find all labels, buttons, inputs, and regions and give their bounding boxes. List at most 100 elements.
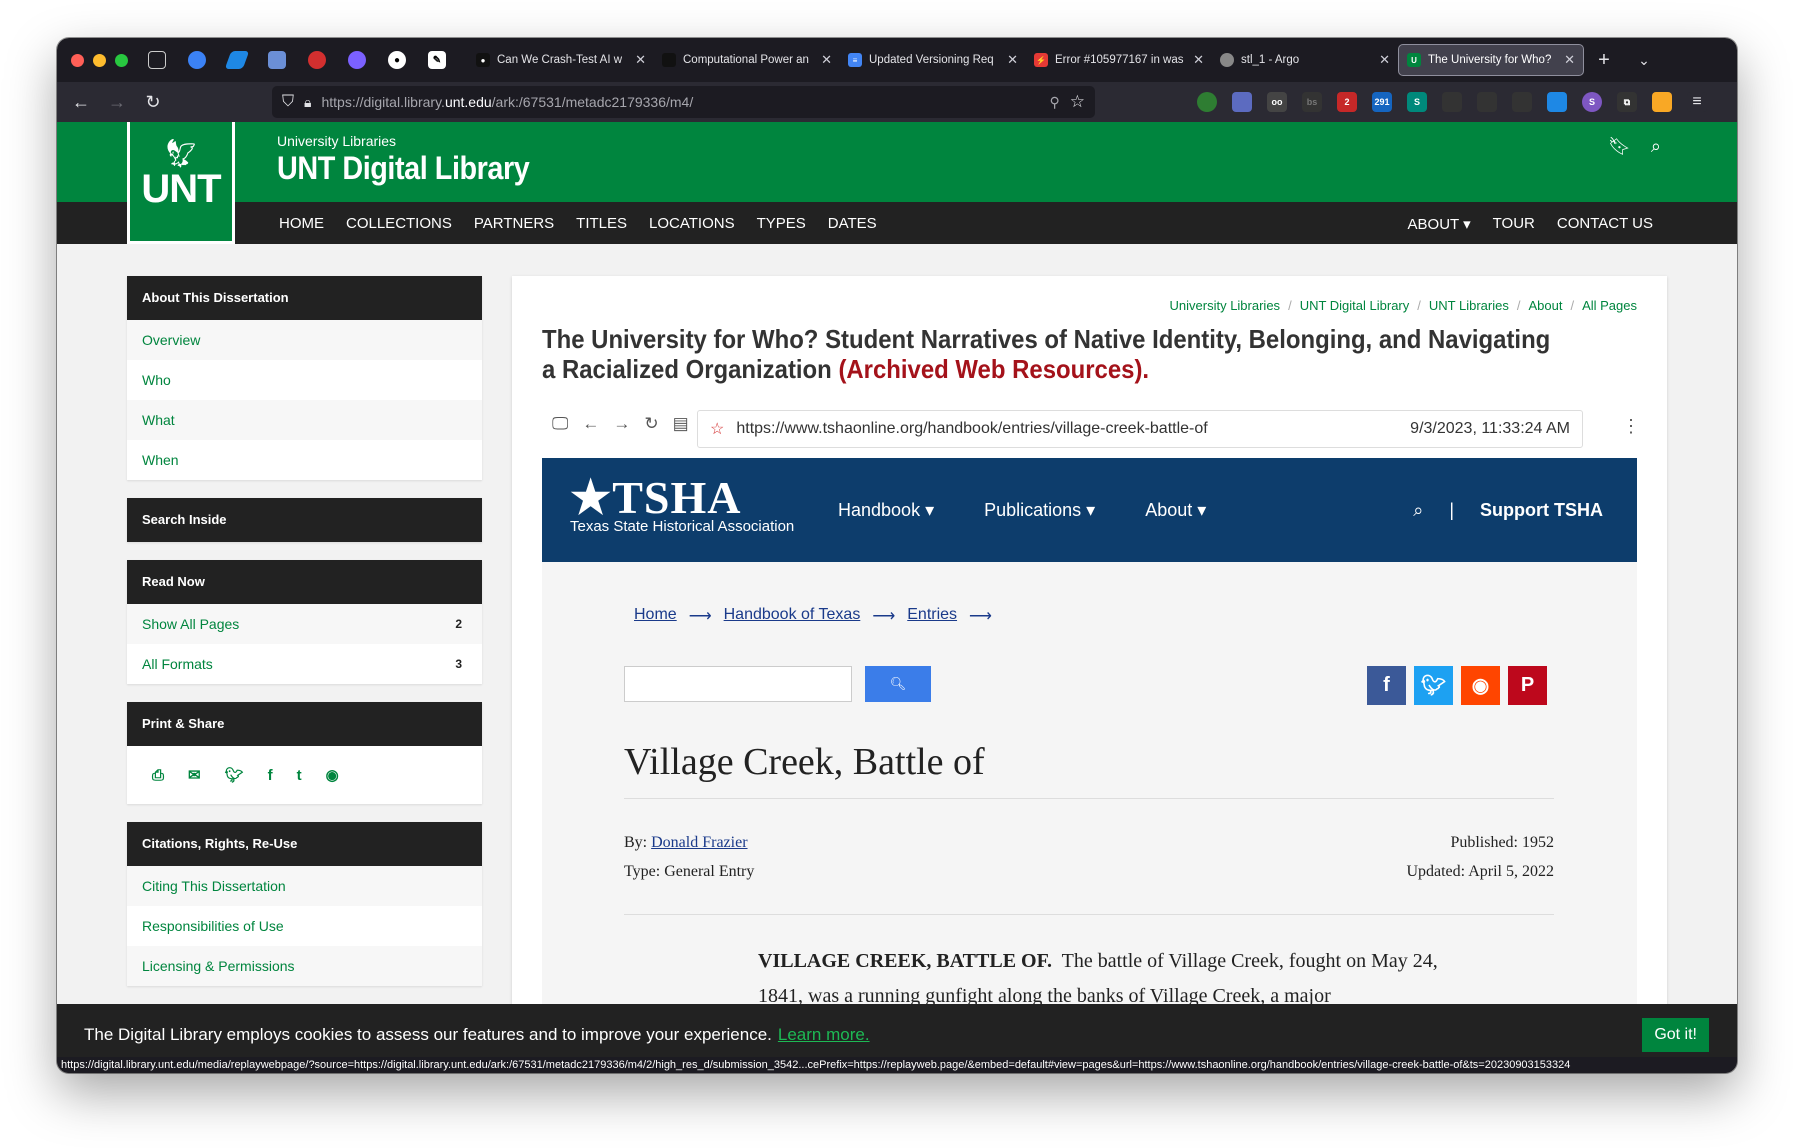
- tab[interactable]: ⚡ Error #105977167 in was ✕: [1026, 44, 1212, 76]
- nav-locations[interactable]: LOCATIONS: [649, 215, 735, 232]
- close-window-button[interactable]: [71, 53, 84, 67]
- nav-about[interactable]: ABOUT ▾: [1408, 215, 1471, 233]
- reddit-icon[interactable]: ◉: [326, 766, 339, 784]
- close-icon[interactable]: ✕: [1193, 52, 1204, 68]
- sidebar-item-licensing[interactable]: Licensing & Permissions: [127, 946, 482, 986]
- tsha-search-button[interactable]: 🔍︎: [865, 666, 931, 702]
- sidebar-item-overview[interactable]: Overview: [127, 320, 482, 360]
- tab[interactable]: ● Can We Crash-Test AI w ✕: [468, 44, 654, 76]
- search-icon[interactable]: ⌕: [1651, 136, 1661, 157]
- author-link[interactable]: Donald Frazier: [651, 834, 747, 851]
- shield-icon[interactable]: ⛉: [282, 93, 294, 111]
- close-icon[interactable]: ✕: [635, 52, 646, 68]
- pin-icon[interactable]: ⚲: [1049, 94, 1059, 111]
- twitter-icon[interactable]: 🐦︎: [225, 766, 244, 784]
- sidebar-item-show-all-pages[interactable]: Show All Pages 2: [127, 604, 482, 644]
- replay-url[interactable]: https://www.tshaonline.org/handbook/entr…: [736, 420, 1398, 438]
- tsha-search-input[interactable]: [624, 666, 852, 702]
- learn-more-link[interactable]: Learn more.: [778, 1025, 870, 1044]
- more-options-icon[interactable]: ⋮: [1622, 416, 1640, 437]
- breadcrumb-link[interactable]: All Pages: [1582, 298, 1637, 313]
- extension-icon[interactable]: S: [1407, 92, 1427, 112]
- tsha-nav-about[interactable]: About ▾: [1145, 500, 1206, 521]
- bookmark-star-icon[interactable]: ☆: [1070, 92, 1085, 112]
- reddit-icon[interactable]: ◉: [1461, 666, 1500, 705]
- reload-icon[interactable]: ↻: [135, 92, 171, 113]
- extension-badge-icon[interactable]: 2: [1337, 92, 1357, 112]
- replay-url-bar[interactable]: ☆ https://www.tshaonline.org/handbook/en…: [697, 410, 1583, 448]
- pinned-tab-notify-icon[interactable]: [348, 51, 366, 69]
- nav-titles[interactable]: TITLES: [576, 215, 627, 232]
- replay-reload-icon[interactable]: ↻: [644, 414, 658, 434]
- print-icon[interactable]: ⎙: [152, 767, 164, 784]
- pinned-tab-chat-icon[interactable]: [188, 51, 206, 69]
- tab[interactable]: Computational Power an ✕: [654, 44, 840, 76]
- extension-icon[interactable]: [1442, 92, 1462, 112]
- nav-home[interactable]: HOME: [279, 215, 324, 232]
- tsha-logo[interactable]: ★TSHA Texas State Historical Association: [570, 470, 794, 535]
- close-icon[interactable]: ✕: [1379, 52, 1390, 68]
- pinned-tab-image-icon[interactable]: [268, 51, 286, 69]
- sidebar-item-responsibilities[interactable]: Responsibilities of Use: [127, 906, 482, 946]
- extension-icon[interactable]: [1232, 92, 1252, 112]
- breadcrumb-link[interactable]: About: [1528, 298, 1562, 313]
- site-subtitle[interactable]: University Libraries: [277, 133, 396, 149]
- extension-icon[interactable]: [1197, 92, 1217, 112]
- zoom-window-button[interactable]: [115, 53, 128, 67]
- tumblr-icon[interactable]: t: [297, 767, 302, 784]
- list-icon[interactable]: ▤: [673, 414, 689, 434]
- bookmark-icon[interactable]: 🔖︎: [1608, 136, 1631, 157]
- support-tsha-link[interactable]: Support TSHA: [1480, 500, 1603, 521]
- tab[interactable]: stl_1 - Argo ✕: [1212, 44, 1398, 76]
- nav-partners[interactable]: PARTNERS: [474, 215, 554, 232]
- extension-badge-icon[interactable]: 291: [1372, 92, 1392, 112]
- unt-logo[interactable]: 🦅︎ UNT: [127, 122, 235, 244]
- tab[interactable]: ≡ Updated Versioning Req ✕: [840, 44, 1026, 76]
- tsha-nav-handbook[interactable]: Handbook ▾: [838, 500, 934, 521]
- replay-timestamp[interactable]: 9/3/2023, 11:33:24 AM: [1410, 420, 1570, 438]
- pinterest-icon[interactable]: P: [1508, 666, 1547, 705]
- extension-icon[interactable]: bs: [1302, 92, 1322, 112]
- extension-icon[interactable]: S: [1582, 92, 1602, 112]
- extension-icon[interactable]: [1652, 92, 1672, 112]
- nav-contact[interactable]: CONTACT US: [1557, 215, 1653, 233]
- pinned-tab-notes-icon[interactable]: ✎: [428, 51, 446, 69]
- breadcrumb-link[interactable]: Handbook of Texas: [724, 606, 861, 626]
- facebook-icon[interactable]: f: [1367, 666, 1406, 705]
- back-icon[interactable]: ←: [63, 92, 99, 113]
- sidebar-item-what[interactable]: What: [127, 400, 482, 440]
- extension-icon[interactable]: [1477, 92, 1497, 112]
- github-icon[interactable]: ●: [388, 51, 406, 69]
- sidebar-item-all-formats[interactable]: All Formats 3: [127, 644, 482, 684]
- forward-icon[interactable]: →: [99, 92, 135, 113]
- sidebar-item-who[interactable]: Who: [127, 360, 482, 400]
- search-icon[interactable]: ⌕: [1413, 500, 1423, 521]
- nav-tour[interactable]: TOUR: [1493, 215, 1535, 233]
- close-icon[interactable]: ✕: [1007, 52, 1018, 68]
- replay-forward-icon[interactable]: →: [613, 414, 630, 434]
- puzzle-icon[interactable]: ⧉: [1617, 92, 1637, 112]
- close-icon[interactable]: ✕: [1564, 52, 1575, 68]
- tab-overview-icon[interactable]: [148, 51, 166, 69]
- sidebar-item-citing[interactable]: Citing This Dissertation: [127, 866, 482, 906]
- search-inside-heading[interactable]: Search Inside: [127, 498, 482, 542]
- extension-icon[interactable]: oo: [1267, 92, 1287, 112]
- menu-icon[interactable]: ≡: [1687, 92, 1707, 112]
- breadcrumb-link[interactable]: University Libraries: [1170, 298, 1281, 313]
- pinned-tab-app-icon[interactable]: [224, 51, 250, 69]
- new-tab-icon[interactable]: +: [1584, 49, 1624, 72]
- extension-icon[interactable]: [1512, 92, 1532, 112]
- nav-dates[interactable]: DATES: [828, 215, 877, 232]
- url-text[interactable]: https://digital.library.unt.edu/ark:/675…: [321, 94, 1039, 110]
- email-icon[interactable]: ✉: [188, 766, 201, 784]
- tab-active[interactable]: U The University for Who? ✕: [1398, 44, 1584, 76]
- close-icon[interactable]: ✕: [821, 52, 832, 68]
- got-it-button[interactable]: Got it!: [1642, 1018, 1709, 1052]
- facebook-icon[interactable]: f: [268, 767, 273, 784]
- tab-list-chevron-icon[interactable]: ⌄: [1624, 52, 1664, 69]
- breadcrumb-link[interactable]: UNT Digital Library: [1300, 298, 1410, 313]
- breadcrumb-link[interactable]: Entries: [907, 606, 957, 626]
- extension-icon[interactable]: [1547, 92, 1567, 112]
- tsha-nav-publications[interactable]: Publications ▾: [984, 500, 1095, 521]
- lock-icon[interactable]: 🔒︎: [304, 94, 311, 111]
